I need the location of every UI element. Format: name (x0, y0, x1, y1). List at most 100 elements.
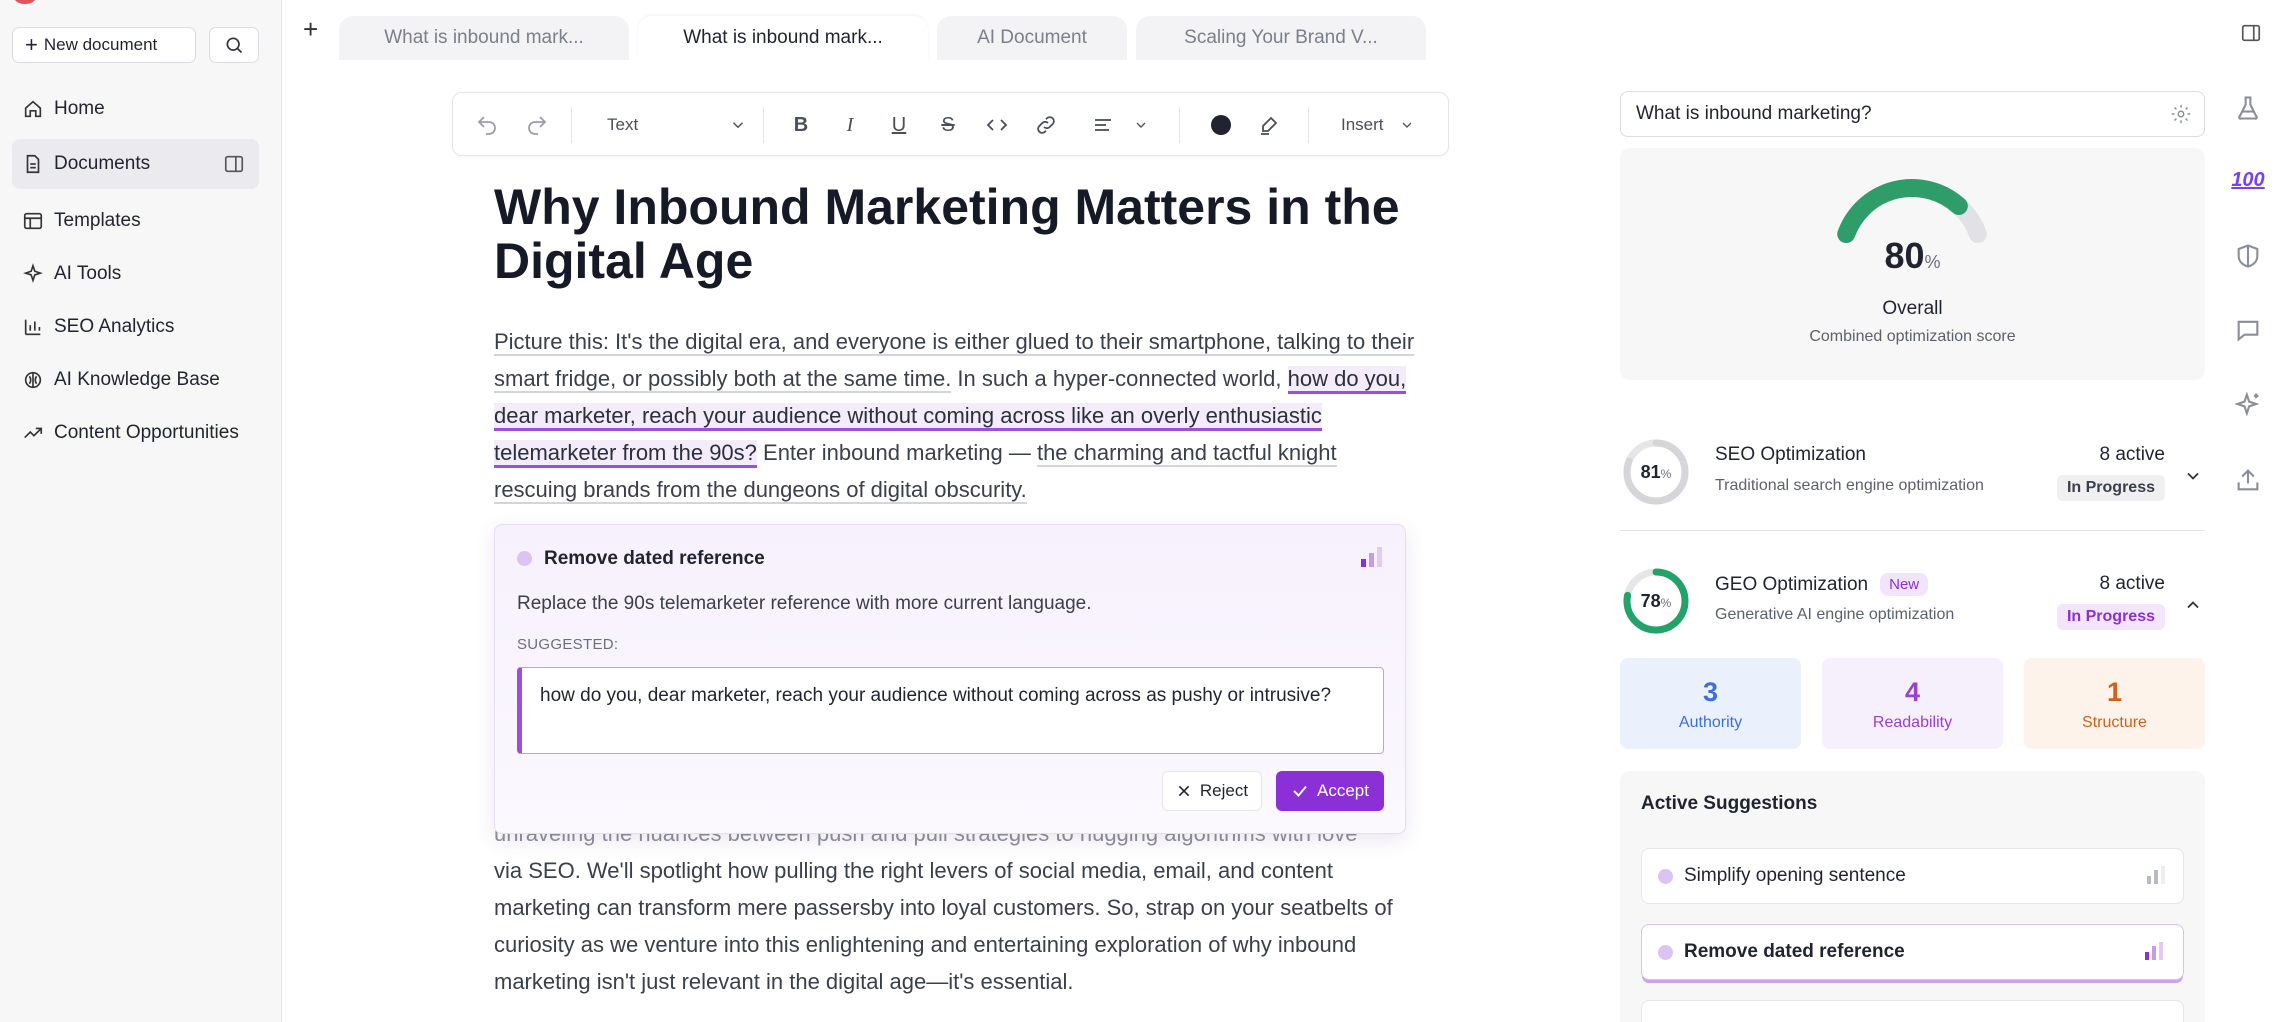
keyword-input[interactable]: What is inbound marketing? (1620, 91, 2205, 137)
tab-scaling-brand[interactable]: Scaling Your Brand V... (1136, 16, 1426, 60)
block-type-select[interactable]: Text (607, 111, 747, 139)
sidebar-item-content-opportunities[interactable]: Content Opportunities (12, 408, 259, 458)
tab-document-1[interactable]: What is inbound mark... (339, 16, 629, 60)
suggestion-item-partial[interactable] (1641, 1000, 2184, 1022)
tab-document-2[interactable]: What is inbound mark... (638, 16, 928, 60)
geo-description: Generative AI engine optimization (1715, 606, 1955, 623)
sidebar-item-documents[interactable]: Documents (12, 139, 259, 189)
overall-score-value: 80% (1884, 235, 1941, 276)
brain-icon (24, 371, 42, 389)
authority-metric[interactable]: 3 Authority (1620, 658, 1801, 749)
geo-optimization-row[interactable]: 78% GEO Optimization New Generative AI en… (1620, 559, 2205, 655)
suggested-label: SUGGESTED: (517, 636, 619, 653)
active-suggestions-heading: Active Suggestions (1641, 793, 1818, 814)
align-select[interactable] (1091, 111, 1149, 139)
document-paragraph-1[interactable]: Picture this: It's the digital era, and … (494, 323, 1424, 508)
comment-icon[interactable] (2230, 312, 2266, 348)
italic-button[interactable]: I (836, 111, 864, 139)
suggestion-item-simplify[interactable]: Simplify opening sentence (1641, 848, 2184, 904)
chevron-down-icon (732, 122, 744, 129)
highlight-button[interactable] (1255, 111, 1283, 139)
link-button[interactable] (1032, 111, 1060, 139)
signal-bars-icon (1361, 547, 1382, 567)
reject-button[interactable]: Reject (1162, 771, 1262, 811)
seo-active-count: 8 active (2099, 444, 2165, 465)
seo-optimization-row[interactable]: 81% SEO Optimization Traditional search … (1620, 430, 2205, 526)
sidebar-item-seo-analytics[interactable]: SEO Analytics (12, 302, 259, 352)
flask-icon[interactable] (2230, 90, 2266, 126)
geo-active-count: 8 active (2099, 573, 2165, 594)
redo-button[interactable] (523, 111, 551, 139)
chevron-down-icon[interactable] (2183, 466, 2203, 486)
search-icon (226, 37, 243, 54)
bold-icon: B (793, 113, 809, 136)
geo-title: GEO Optimization New (1715, 573, 1929, 596)
sidebar-item-label: Content Opportunities (54, 422, 239, 443)
home-icon (24, 100, 42, 118)
search-button[interactable] (209, 27, 259, 63)
sidebar-item-label: SEO Analytics (54, 316, 175, 337)
add-tab-button[interactable]: + (303, 14, 318, 45)
strikethrough-button[interactable]: S (934, 111, 962, 139)
document-icon (26, 154, 40, 174)
shield-icon[interactable] (2230, 238, 2266, 274)
geo-status-badge: In Progress (2056, 604, 2165, 630)
plus-icon: + (25, 32, 38, 57)
highlighter-icon (1261, 116, 1278, 135)
structure-label: Structure (2082, 714, 2147, 731)
suggestion-dot-icon (1658, 945, 1673, 960)
suggestion-dot-icon (517, 551, 532, 566)
suggestion-title: Remove dated reference (544, 548, 765, 569)
sparkle-icon[interactable] (2230, 386, 2266, 422)
readability-metric[interactable]: 4 Readability (1822, 658, 2003, 749)
sidebar-item-templates[interactable]: Templates (12, 196, 259, 246)
divider (1620, 530, 2205, 531)
overall-sublabel: Combined optimization score (1809, 328, 2016, 345)
export-icon[interactable] (2230, 462, 2266, 498)
collapse-panel-icon[interactable] (2240, 22, 2262, 44)
tab-bar: + What is inbound mark... What is inboun… (283, 0, 2288, 62)
redo-icon (528, 116, 547, 135)
overall-label: Overall (1882, 298, 1943, 319)
gear-icon[interactable] (2170, 103, 2192, 125)
accept-button[interactable]: Accept (1276, 771, 1384, 811)
hundred-score-icon[interactable]: 100 (2230, 162, 2266, 198)
suggested-text-box[interactable]: how do you, dear marketer, reach your au… (517, 667, 1384, 754)
align-left-icon (1095, 119, 1111, 131)
tab-ai-document[interactable]: AI Document (937, 16, 1127, 60)
seo-status-badge: In Progress (2056, 475, 2165, 501)
undo-button[interactable] (473, 111, 501, 139)
insert-menu[interactable]: Insert (1341, 111, 1415, 139)
underline-icon: U (891, 113, 907, 136)
structure-metric[interactable]: 1 Structure (2024, 658, 2205, 749)
strikethrough-icon: S (941, 113, 955, 136)
text-color-button[interactable] (1207, 111, 1235, 139)
undo-icon (477, 116, 496, 135)
document-paragraph-2[interactable]: via SEO. We'll spotlight how pulling the… (494, 852, 1424, 1000)
suggestion-dot-icon (1658, 869, 1673, 884)
code-button[interactable] (983, 111, 1011, 139)
new-document-label: New document (43, 35, 158, 54)
window-close-dot[interactable] (14, 0, 36, 4)
chevron-down-icon (1136, 122, 1146, 128)
authority-count: 3 (1702, 677, 1719, 707)
seo-description: Traditional search engine optimization (1715, 477, 1984, 494)
document-title[interactable]: Why Inbound Marketing Matters in the Dig… (494, 180, 1454, 288)
bold-button[interactable]: B (787, 111, 815, 139)
sidebar-item-ai-knowledge-base[interactable]: AI Knowledge Base (12, 355, 259, 405)
new-document-button[interactable]: + New document (12, 27, 196, 63)
code-icon (986, 119, 1008, 131)
suggestion-item-remove-dated[interactable]: Remove dated reference (1641, 924, 2184, 980)
readability-label: Readability (1872, 714, 1953, 731)
readability-count: 4 (1904, 677, 1921, 707)
chevron-up-icon[interactable] (2183, 595, 2203, 615)
sidebar-panel-icon[interactable] (223, 153, 245, 175)
trending-up-icon (24, 427, 43, 439)
templates-icon (23, 212, 43, 230)
authority-label: Authority (1678, 714, 1743, 731)
structure-count: 1 (2106, 677, 2123, 707)
seo-title: SEO Optimization (1715, 444, 1866, 465)
sidebar-item-home[interactable]: Home (12, 84, 259, 134)
sidebar-item-ai-tools[interactable]: AI Tools (12, 249, 259, 299)
underline-button[interactable]: U (885, 111, 913, 139)
